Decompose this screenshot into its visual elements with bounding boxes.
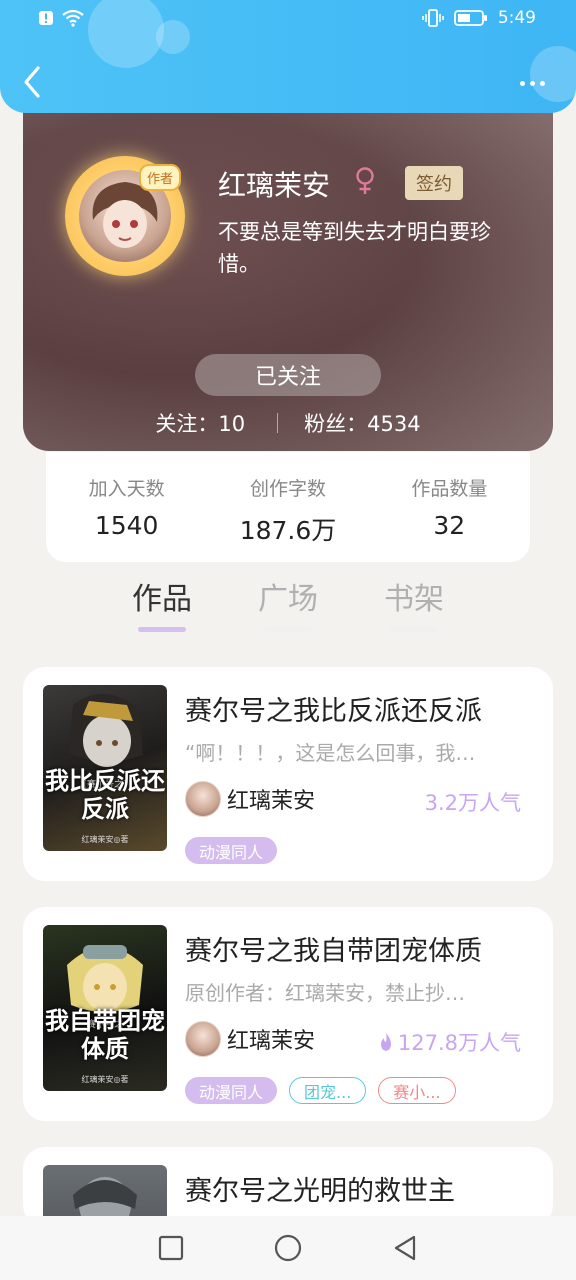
follow-stats: 关注：10 粉丝：4534 [23,408,553,438]
stat-join-days: 加入天数 1540 [46,452,207,562]
book-tag[interactable]: 动漫同人 [185,837,278,864]
recent-apps-icon[interactable] [158,1235,184,1261]
book-title[interactable]: 赛尔号之我自带团宠体质 [185,929,482,968]
stat-label: 创作字数 [249,478,326,500]
cover-author: 红璃茉安◎著 [81,835,129,844]
decor-bubble [530,46,576,102]
stat-value: 32 [433,511,466,540]
book-card[interactable]: 赛尔号之 我自带团宠体质 红璃茉安◎著 赛尔号之我自带团宠体质 原创作者：红璃茉… [23,907,553,1121]
author-badge: 作者 [138,164,181,191]
book-tag[interactable]: 动漫同人 [185,1077,278,1104]
author-signature: 不要总是等到失去才明白要珍惜。 [218,220,491,276]
book-title[interactable]: 赛尔号之光明的救世主 [185,1169,455,1208]
stat-label: 作品数量 [411,478,488,500]
author-name: 红璃茉安 [218,169,331,202]
book-card[interactable]: 赛尔号之光明的救世主 [23,1147,553,1227]
book-popularity: 127.8万人气 [378,1027,521,1057]
book-description: 原创作者：红璃茉安，禁止抄… [185,981,465,1005]
battery-icon [453,10,487,26]
book-author-name: 红璃茉安 [227,789,316,814]
back-button[interactable] [18,64,48,100]
book-cover[interactable]: 赛尔号之 我自带团宠体质 红璃茉安◎著 [43,925,167,1091]
author-mini-avatar [185,1021,221,1057]
profile-card: 作者 红璃茉安 签约 不要总是等到失去才明白要珍惜。 已关注 关注：10 粉丝：… [23,108,553,451]
back-nav-icon[interactable] [392,1234,418,1262]
book-tag[interactable]: 团宠... [289,1077,367,1104]
book-author-name: 红璃茉安 [227,1029,316,1054]
book-author[interactable]: 红璃茉安 [185,781,315,817]
profile-tabs: 作品 广场 书架 [0,574,576,640]
contract-badge: 签约 [405,166,463,200]
tab-label: 作品 [132,582,192,617]
following-count[interactable]: 关注：10 [155,408,245,438]
fans-count[interactable]: 粉丝：4534 [304,408,420,438]
cover-title: 我自带团宠体质 [45,1006,165,1063]
tab-works[interactable]: 作品 [132,574,192,634]
stat-label: 加入天数 [88,478,165,500]
tab-bookshelf[interactable]: 书架 [384,574,444,634]
book-title[interactable]: 赛尔号之我比反派还反派 [185,689,482,728]
back-arrow-icon [24,66,40,98]
author-avatar[interactable]: 作者 [65,156,185,276]
divider [277,413,279,433]
system-navigation-bar [0,1216,576,1280]
tab-label: 广场 [258,582,318,617]
tab-indicator [264,627,312,632]
book-tags: 动漫同人 团宠... 赛小... [185,1077,456,1104]
tab-indicator [138,627,186,632]
book-popularity: 3.2万人气 [425,787,521,817]
book-tag[interactable]: 赛小... [378,1077,456,1104]
popularity-text: 3.2万人气 [424,791,521,815]
more-dot-icon [530,80,535,86]
female-icon [353,166,377,200]
cover-author: 红璃茉安◎著 [81,1075,129,1084]
cover-title: 我比反派还反派 [45,766,165,823]
more-options-button[interactable] [520,76,550,90]
more-dot-icon [540,80,545,86]
tab-plaza[interactable]: 广场 [258,574,318,634]
header-bar: 5:49 [0,0,576,113]
tab-indicator [390,627,438,632]
home-icon[interactable] [274,1234,302,1262]
book-description: “啊！！！，这是怎么回事，我… [185,741,476,765]
stat-word-count: 创作字数 187.6万 [207,452,368,562]
book-author[interactable]: 红璃茉安 [185,1021,315,1057]
stat-value: 187.6万 [239,516,337,545]
popularity-text: 127.8万人气 [397,1031,521,1055]
book-tags: 动漫同人 [185,837,278,864]
book-card[interactable]: [赛尔号之] 我比反派还反派 红璃茉安◎著 赛尔号之我比反派还反派 “啊！！！，… [23,667,553,881]
stat-value: 1540 [94,511,159,540]
status-bar: 5:49 [0,0,576,40]
author-mini-avatar [185,781,221,817]
book-cover[interactable]: [赛尔号之] 我比反派还反派 红璃茉安◎著 [43,685,167,851]
vibrate-icon [422,9,444,27]
flame-icon [380,1033,391,1051]
follow-button[interactable]: 已关注 [195,354,381,396]
stat-works-count: 作品数量 32 [369,452,530,562]
tab-label: 书架 [384,582,444,617]
author-stats-card: 加入天数 1540 创作字数 187.6万 作品数量 32 [46,452,530,562]
wifi-icon [62,9,84,27]
more-dot-icon [520,80,525,86]
alert-icon [39,11,53,25]
status-time: 5:49 [497,8,536,28]
